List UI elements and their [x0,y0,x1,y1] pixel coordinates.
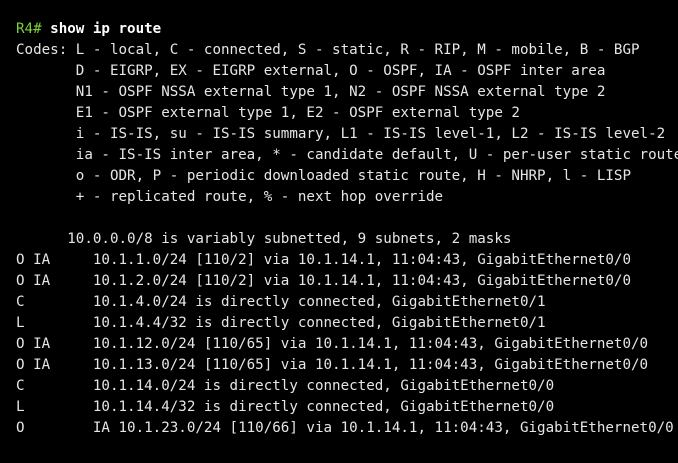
subnet-summary: 10.0.0.0/8 is variably subnetted, 9 subn… [16,231,512,247]
route-entry: O IA 10.1.23.0/24 [110/66] via 10.1.14.1… [16,420,674,436]
codes-line: ia - IS-IS inter area, * - candidate def… [16,147,678,163]
route-entry: O IA 10.1.2.0/24 [110/2] via 10.1.14.1, … [16,273,631,289]
route-entry: C 10.1.4.0/24 is directly connected, Gig… [16,294,546,310]
codes-line: D - EIGRP, EX - EIGRP external, O - OSPF… [16,63,606,79]
command-line: R4# show ip route [16,19,678,40]
route-entry: C 10.1.14.0/24 is directly connected, Gi… [16,378,555,394]
codes-line: o - ODR, P - periodic downloaded static … [16,168,631,184]
codes-line: E1 - OSPF external type 1, E2 - OSPF ext… [16,105,520,121]
prompt: R4# [16,21,42,37]
route-entry: O IA 10.1.13.0/24 [110/65] via 10.1.14.1… [16,357,649,373]
codes-line: i - IS-IS, su - IS-IS summary, L1 - IS-I… [16,126,666,142]
route-entry: L 10.1.4.4/32 is directly connected, Gig… [16,315,546,331]
codes-line: Codes: L - local, C - connected, S - sta… [16,42,640,58]
terminal-window[interactable]: R4# show ip route Codes: L - local, C - … [0,0,678,463]
codes-line: + - replicated route, % - next hop overr… [16,189,444,205]
route-entry: O IA 10.1.1.0/24 [110/2] via 10.1.14.1, … [16,252,631,268]
route-entry: L 10.1.14.4/32 is directly connected, Gi… [16,399,555,415]
codes-line: N1 - OSPF NSSA external type 1, N2 - OSP… [16,84,606,100]
command-text: show ip route [50,21,162,37]
route-entry: O IA 10.1.12.0/24 [110/65] via 10.1.14.1… [16,336,649,352]
